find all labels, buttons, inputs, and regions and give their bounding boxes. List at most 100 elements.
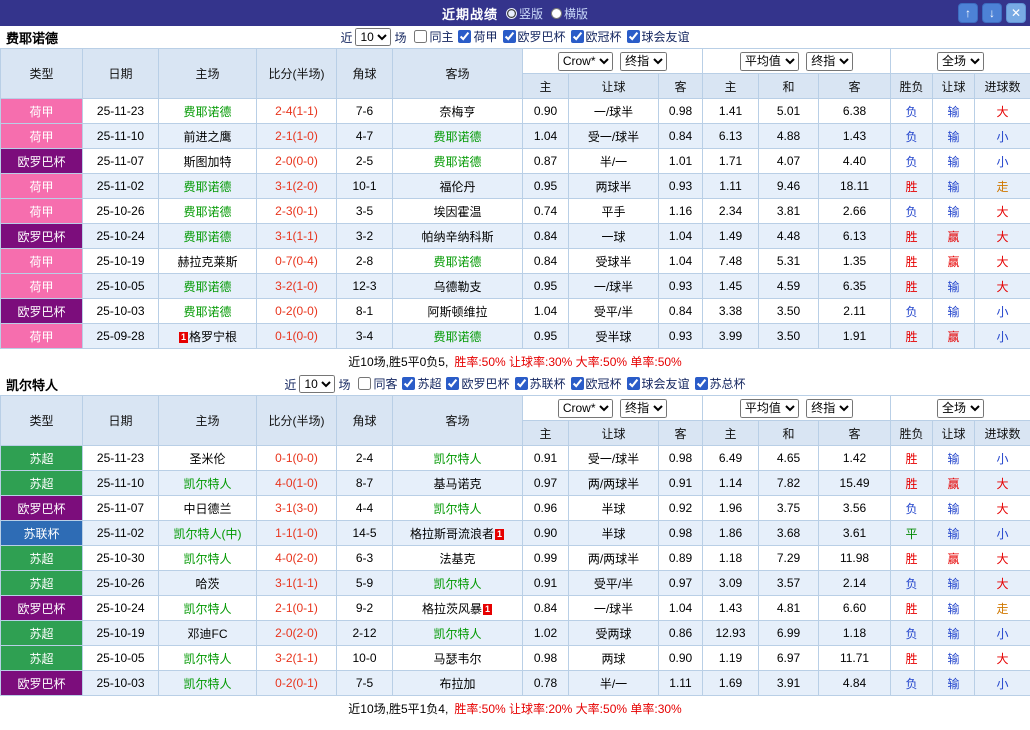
handicap-cell: 受一/球半 <box>569 446 659 471</box>
checkbox-input[interactable] <box>458 30 471 43</box>
goals-result-cell: 小 <box>975 149 1030 174</box>
checkbox-input[interactable] <box>627 30 640 43</box>
filter-checkbox[interactable]: 苏联杯 <box>515 375 566 392</box>
asia-away-odds-cell: 1.01 <box>659 149 703 174</box>
date-cell: 25-10-26 <box>83 199 159 224</box>
layout-radio-vertical[interactable]: 竖版 <box>506 5 543 22</box>
league-cell: 欧罗巴杯 <box>1 496 83 521</box>
asia-home-odds-cell: 0.90 <box>523 99 569 124</box>
sub-header-asia-away: 客 <box>659 421 703 446</box>
filter-checkbox[interactable]: 苏超 <box>402 375 441 392</box>
layout-radio-horizontal[interactable]: 横版 <box>551 5 588 22</box>
section-feyenoord: 费耶诺德 近 10 场 同主荷甲欧罗巴杯欧冠杯球会友谊 类型 日期 主场 比分(… <box>0 26 1030 373</box>
page-title: 近期战绩 <box>442 4 498 23</box>
team-label: 奈梅亨 <box>439 105 475 119</box>
team-label: 凯尔特人 <box>183 477 231 491</box>
result-cell: 负 <box>891 496 933 521</box>
sub-header-euro-draw: 和 <box>759 421 819 446</box>
filter-checkbox[interactable]: 同主 <box>414 28 453 45</box>
close-button[interactable]: ✕ <box>1006 3 1026 23</box>
euro-home-odds-cell: 1.19 <box>703 646 759 671</box>
filter-checkbox[interactable]: 同客 <box>358 375 397 392</box>
radio-vertical-input[interactable] <box>506 8 517 19</box>
euro-home-odds-cell: 1.45 <box>703 274 759 299</box>
checkbox-input[interactable] <box>571 377 584 390</box>
checkbox-input[interactable] <box>515 377 528 390</box>
filter-checkbox[interactable]: 欧罗巴杯 <box>446 375 509 392</box>
team-label: 凯尔特人 <box>183 677 231 691</box>
asia-away-odds-cell: 1.04 <box>659 596 703 621</box>
recent-count-select[interactable]: 10 <box>299 375 335 393</box>
date-cell: 25-11-02 <box>83 521 159 546</box>
filter-checkbox[interactable]: 荷甲 <box>458 28 497 45</box>
euro-odds-provider-select[interactable]: 平均值 <box>740 399 799 418</box>
handicap-result-cell: 输 <box>933 596 975 621</box>
unit-label: 场 <box>394 29 406 46</box>
asia-home-odds-cell: 0.97 <box>523 471 569 496</box>
corner-cell: 6-3 <box>337 546 393 571</box>
scope-dropdown: 全场 <box>891 396 1030 421</box>
euro-draw-odds-cell: 7.82 <box>759 471 819 496</box>
euro-home-odds-cell: 1.18 <box>703 546 759 571</box>
sub-header-goals: 进球数 <box>975 421 1030 446</box>
team-label: 凯尔特人 <box>433 577 481 591</box>
handicap-cell: 受平/半 <box>569 571 659 596</box>
checkbox-label: 苏总杯 <box>710 375 746 392</box>
scroll-down-button[interactable]: ↓ <box>982 3 1002 23</box>
scope-select[interactable]: 全场 <box>937 52 984 71</box>
filter-checkbox[interactable]: 球会友谊 <box>627 375 690 392</box>
checkbox-input[interactable] <box>446 377 459 390</box>
asia-odds-provider-select[interactable]: Crow* <box>558 399 613 418</box>
checkbox-input[interactable] <box>695 377 708 390</box>
filter-checkbox[interactable]: 球会友谊 <box>627 28 690 45</box>
scope-select[interactable]: 全场 <box>937 399 984 418</box>
euro-home-odds-cell: 1.49 <box>703 224 759 249</box>
checkbox-input[interactable] <box>358 377 371 390</box>
scroll-up-button[interactable]: ↑ <box>958 3 978 23</box>
near-label: 近 <box>284 376 296 393</box>
euro-odds-type-select[interactable]: 终指 <box>806 399 853 418</box>
score-cell: 0-7(0-4) <box>257 249 337 274</box>
euro-odds-type-select[interactable]: 终指 <box>806 52 853 71</box>
filter-checkbox[interactable]: 欧冠杯 <box>571 28 622 45</box>
away-team-cell: 法基克 <box>393 546 523 571</box>
checkbox-input[interactable] <box>503 30 516 43</box>
euro-draw-odds-cell: 6.99 <box>759 621 819 646</box>
column-header-date: 日期 <box>83 49 159 99</box>
filter-checkbox[interactable]: 欧罗巴杯 <box>503 28 566 45</box>
team-label: 乌德勒支 <box>433 280 481 294</box>
radio-horizontal-input[interactable] <box>551 8 562 19</box>
date-cell: 25-11-07 <box>83 496 159 521</box>
date-cell: 25-10-03 <box>83 671 159 696</box>
league-cell: 荷甲 <box>1 124 83 149</box>
checkbox-input[interactable] <box>627 377 640 390</box>
asia-home-odds-cell: 0.95 <box>523 324 569 349</box>
checkbox-input[interactable] <box>414 30 427 43</box>
checkbox-input[interactable] <box>571 30 584 43</box>
filter-checkbox[interactable]: 苏总杯 <box>695 375 746 392</box>
sub-header-euro-home: 主 <box>703 74 759 99</box>
team-label: 福伦丹 <box>439 180 475 194</box>
handicap-cell: 平手 <box>569 199 659 224</box>
filter-checkbox[interactable]: 欧冠杯 <box>571 375 622 392</box>
asia-away-odds-cell: 0.98 <box>659 99 703 124</box>
result-cell: 负 <box>891 99 933 124</box>
date-cell: 25-09-28 <box>83 324 159 349</box>
asia-odds-provider-select[interactable]: Crow* <box>558 52 613 71</box>
asia-home-odds-cell: 1.02 <box>523 621 569 646</box>
score-cell: 4-0(1-0) <box>257 471 337 496</box>
recent-count-select[interactable]: 10 <box>355 28 391 46</box>
home-team-cell: 费耶诺德 <box>159 99 257 124</box>
euro-odds-provider-select[interactable]: 平均值 <box>740 52 799 71</box>
team-label: 斯图加特 <box>183 155 231 169</box>
asia-odds-type-select[interactable]: 终指 <box>620 399 667 418</box>
euro-draw-odds-cell: 3.75 <box>759 496 819 521</box>
handicap-cell: 受平/半 <box>569 299 659 324</box>
checkbox-input[interactable] <box>402 377 415 390</box>
league-cell: 苏超 <box>1 571 83 596</box>
goals-result-cell: 大 <box>975 224 1030 249</box>
home-team-cell: 凯尔特人 <box>159 671 257 696</box>
league-cell: 苏超 <box>1 646 83 671</box>
euro-home-odds-cell: 1.86 <box>703 521 759 546</box>
asia-odds-type-select[interactable]: 终指 <box>620 52 667 71</box>
